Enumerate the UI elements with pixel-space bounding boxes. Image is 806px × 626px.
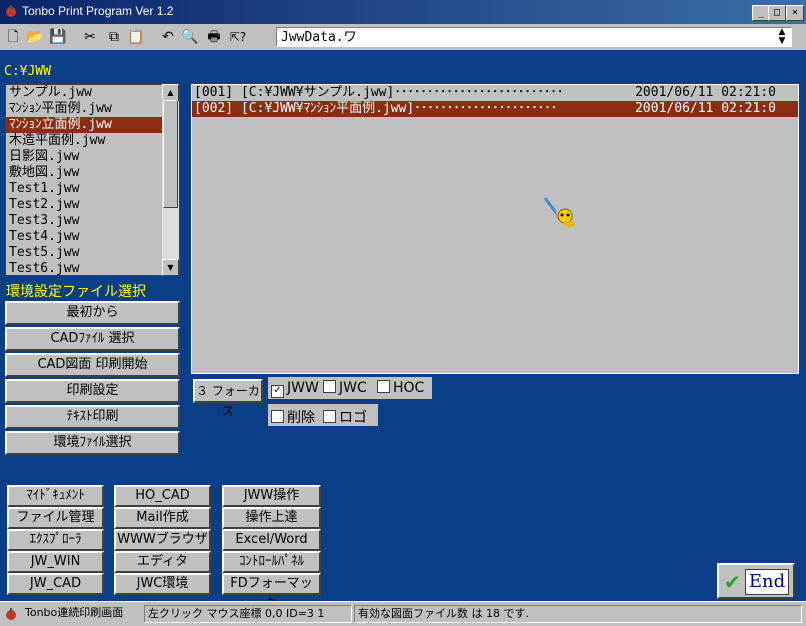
launch-browser[interactable]: WWWブラウザ (114, 529, 211, 551)
close-button[interactable]: × (786, 5, 804, 21)
status-file-count: 有効な図面ファイル数 は 18 です. (354, 605, 802, 623)
end-label: End (745, 569, 789, 595)
print-settings-button[interactable]: 印刷設定 (5, 379, 180, 403)
maximize-button[interactable]: □ (768, 5, 786, 21)
file-list-item[interactable]: 日影図.jww (6, 149, 179, 165)
paste-icon[interactable]: 📋 (126, 27, 146, 47)
end-button[interactable]: ✔ End (717, 563, 795, 599)
scroll-up-icon[interactable]: ▲ (162, 84, 179, 101)
env-file-select-button[interactable]: 環境ﾌｧｲﾙ選択 (5, 431, 180, 455)
tonbo-mascot-icon (543, 196, 577, 228)
launch-excel-word[interactable]: Excel/Word (222, 529, 321, 551)
launch-my-documents[interactable]: ﾏｲﾄﾞｷｭﾒﾝﾄ (7, 485, 104, 507)
status-screen-name: Tonbo連続印刷画面 (25, 606, 124, 619)
print-start-button[interactable]: CAD図面 印刷開始 (5, 353, 180, 377)
cad-file-select-button[interactable]: CADﾌｧｲﾙ 選択 (5, 327, 180, 351)
file-list-item[interactable]: Test6.jww (6, 261, 179, 275)
window-title: Tonbo Print Program Ver 1.2 (22, 4, 174, 18)
print-queue-row[interactable]: [002] [C:¥JWW¥ﾏﾝｼｮﾝ平面例.jww]･････････････… (192, 101, 798, 117)
file-list-item[interactable]: Test4.jww (6, 229, 179, 245)
launch-jw-win[interactable]: JW_WIN (7, 551, 104, 573)
check-jww[interactable]: ✓ JWW (271, 380, 325, 398)
new-icon[interactable]: 🗋 (3, 27, 23, 47)
launch-skill-up[interactable]: 操作上達 (222, 507, 321, 529)
spin-down-icon[interactable]: ▼ (774, 37, 790, 46)
env-file-label: 環境設定ファイル選択 (6, 284, 146, 300)
status-mouse-coords: 左クリック マウス座標 0,0 ID=3 1 (144, 605, 352, 623)
launch-jwc-env[interactable]: JWC環境 (114, 573, 211, 595)
check-icon: ✔ (724, 570, 741, 594)
check-delete[interactable]: 削除 (271, 407, 321, 427)
print-icon[interactable]: 🖶 (204, 27, 224, 47)
launch-file-manager[interactable]: ファイル管理 (7, 507, 104, 529)
check-hoc[interactable]: HOC (377, 380, 430, 396)
jww-checkbox[interactable]: ✓ (271, 385, 284, 398)
cad-type-checks: ✓ JWW JWC HOC (268, 377, 432, 399)
check-logo[interactable]: ロゴ (323, 407, 373, 427)
restart-button[interactable]: 最初から (5, 301, 180, 325)
launch-mail[interactable]: Mail作成 (114, 507, 211, 529)
text-print-button[interactable]: ﾃｷｽﾄ印刷 (5, 405, 180, 429)
scroll-thumb[interactable] (163, 100, 178, 208)
print-queue-file: [002] [C:¥JWW¥ﾏﾝｼｮﾝ平面例.jww]･････････････… (194, 101, 558, 116)
zoom-icon[interactable]: 🔍 (180, 27, 200, 47)
save-icon[interactable]: 💾 (48, 27, 68, 47)
status-app-icon (4, 607, 18, 621)
cut-icon[interactable]: ✂ (80, 27, 100, 47)
file-list-item[interactable]: サンプル.jww (6, 85, 179, 101)
open-icon[interactable]: 📂 (25, 27, 45, 47)
launch-explorer[interactable]: ｴｸｽﾌﾟﾛｰﾗ (7, 529, 104, 551)
print-queue-row[interactable]: [001] [C:¥JWW¥サンプル.jww]･････････････････… (192, 85, 798, 101)
file-spinner[interactable]: ▲ ▼ (774, 28, 790, 46)
launch-control-panel[interactable]: ｺﾝﾄﾛｰﾙﾊﾟﾈﾙ (222, 551, 321, 573)
launch-jww-ops[interactable]: JWW操作 (222, 485, 321, 507)
file-list-item[interactable]: ﾏﾝｼｮﾝ平面例.jww (6, 101, 179, 117)
help-icon[interactable]: ⇱? (228, 27, 248, 47)
launch-jw-cad[interactable]: JW_CAD (7, 573, 104, 595)
print-queue-file: [001] [C:¥JWW¥サンプル.jww]･････････････････… (194, 85, 564, 100)
file-list-item[interactable]: 敷地図.jww (6, 165, 179, 181)
file-list-item[interactable]: Test2.jww (6, 197, 179, 213)
launch-fd-format[interactable]: FDフォーマット (222, 573, 321, 609)
setting-file-field[interactable]: JwwData.ワ (276, 27, 792, 47)
launch-editor[interactable]: エディタ (114, 551, 211, 573)
copy-icon[interactable]: ⧉ (104, 27, 124, 47)
file-list[interactable]: サンプル.jww ﾏﾝｼｮﾝ平面例.jww ﾏﾝｼｮﾝ立面例.jww 木造平面例.jw… (5, 84, 180, 276)
hoc-checkbox[interactable] (377, 380, 390, 393)
file-list-item[interactable]: 木造平面例.jww (6, 133, 179, 149)
app-icon (4, 4, 18, 18)
logo-checkbox[interactable] (323, 410, 336, 423)
extra-checks: 削除 ロゴ (268, 404, 378, 426)
undo-icon[interactable]: ↶ (158, 27, 178, 47)
title-bar: Tonbo Print Program Ver 1.2 _ □ × (0, 0, 806, 24)
scroll-down-icon[interactable]: ▼ (162, 259, 179, 276)
jwc-checkbox[interactable] (323, 380, 336, 393)
focus-button[interactable]: ３ フォーカス (193, 379, 263, 418)
print-queue-list[interactable]: [001] [C:¥JWW¥サンプル.jww]･････････････････… (191, 84, 799, 374)
file-list-item[interactable]: Test1.jww (6, 181, 179, 197)
delete-checkbox[interactable] (271, 410, 284, 423)
check-jwc[interactable]: JWC (323, 380, 373, 396)
toolbar: 🗋 📂 💾 ✂ ⧉ 📋 ↶ 🔍 🖶 ⇱? JwwData.ワ ▲ ▼ (0, 24, 806, 51)
launch-ho-cad[interactable]: HO_CAD (114, 485, 211, 507)
print-queue-date: 2001/06/11 02:21:0 (635, 101, 776, 116)
status-bar: Tonbo連続印刷画面 左クリック マウス座標 0,0 ID=3 1 有効な図面… (0, 601, 806, 626)
print-queue-date: 2001/06/11 02:21:0 (635, 85, 776, 100)
current-path: C:¥JWW (4, 64, 51, 79)
file-list-item[interactable]: Test5.jww (6, 245, 179, 261)
file-list-item[interactable]: Test3.jww (6, 213, 179, 229)
file-list-item[interactable]: ﾏﾝｼｮﾝ立面例.jww (6, 117, 179, 133)
